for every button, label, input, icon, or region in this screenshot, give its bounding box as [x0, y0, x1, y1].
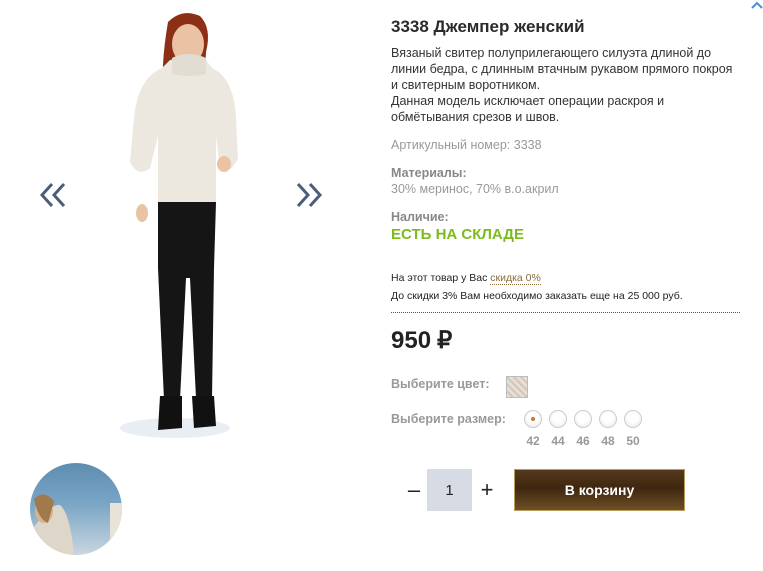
size-option[interactable]: 44: [548, 410, 568, 448]
size-value: 50: [626, 434, 640, 448]
divider: [391, 312, 740, 313]
size-radio[interactable]: [574, 410, 592, 428]
size-label: Выберите размер:: [391, 412, 506, 426]
size-option[interactable]: 48: [598, 410, 618, 448]
size-value: 48: [601, 434, 615, 448]
size-radio[interactable]: [599, 410, 617, 428]
description-paragraph: Вязаный свитер полуприлегающего силуэта …: [391, 46, 733, 92]
gallery-next-button[interactable]: [290, 178, 324, 212]
thumbnail-image[interactable]: [30, 463, 122, 555]
discount-link[interactable]: скидка 0%: [490, 272, 541, 285]
article-number: Артикульный номер: 3338: [391, 138, 542, 152]
size-option[interactable]: 50: [623, 410, 643, 448]
double-chevron-left-icon: [39, 182, 66, 208]
double-chevron-right-icon: [296, 182, 323, 208]
discount-text: На этот товар у Вас: [391, 272, 488, 284]
price: 950 ₽: [391, 326, 452, 355]
discount-threshold-text: До скидки 3% Вам необходимо заказать еще…: [391, 290, 683, 302]
size-radio[interactable]: [524, 410, 542, 428]
quantity-input[interactable]: [427, 469, 472, 511]
product-image: [120, 13, 238, 438]
size-value: 44: [551, 434, 565, 448]
size-radio[interactable]: [624, 410, 642, 428]
thumbnail-photo: [30, 494, 122, 555]
product-description: Вязаный свитер полуприлегающего силуэта …: [391, 45, 736, 125]
add-to-cart-label: В корзину: [564, 482, 635, 498]
quantity-increase-button[interactable]: +: [477, 476, 497, 504]
size-radio[interactable]: [549, 410, 567, 428]
size-value: 46: [576, 434, 590, 448]
availability-status: ЕСТЬ НА СКЛАДЕ: [391, 226, 525, 243]
materials-label: Материалы:: [391, 166, 467, 180]
color-swatch[interactable]: [506, 376, 528, 398]
discount-info: На этот товар у Вас скидка 0%: [391, 272, 541, 285]
price-value: 950: [391, 327, 432, 354]
materials-value: 30% меринос, 70% в.о.акрил: [391, 182, 559, 196]
quantity-decrease-button[interactable]: –: [404, 476, 424, 504]
size-option[interactable]: 46: [573, 410, 593, 448]
availability-label: Наличие:: [391, 210, 449, 224]
gallery-prev-button[interactable]: [38, 178, 72, 212]
add-to-cart-button[interactable]: В корзину: [514, 469, 685, 511]
product-title: 3338 Джемпер женский: [391, 17, 585, 36]
currency-icon: ₽: [437, 327, 453, 354]
color-label: Выберите цвет:: [391, 377, 490, 391]
chevron-up-icon[interactable]: [751, 0, 763, 10]
size-value: 42: [526, 434, 540, 448]
size-option[interactable]: 42: [523, 410, 543, 448]
description-paragraph: Данная модель исключает операции раскроя…: [391, 94, 665, 124]
